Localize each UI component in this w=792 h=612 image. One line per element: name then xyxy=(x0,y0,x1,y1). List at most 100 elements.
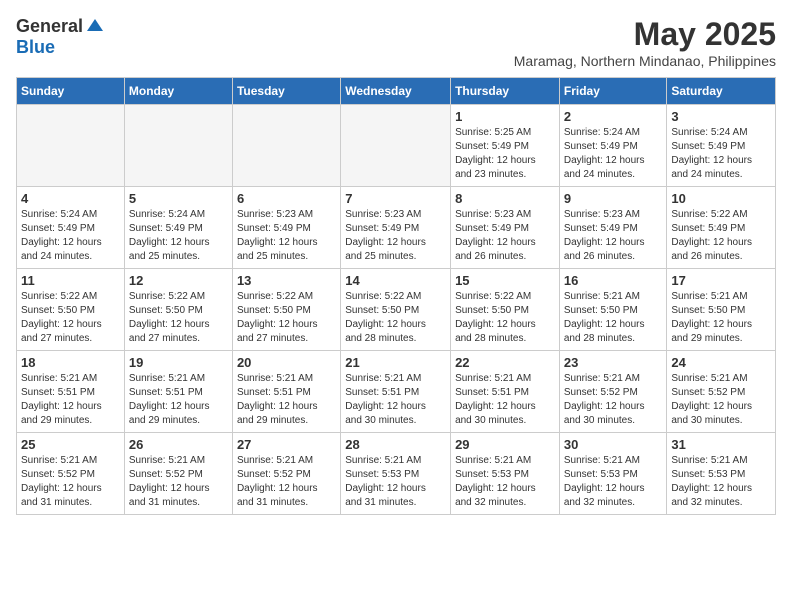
day-info: Sunrise: 5:22 AM Sunset: 5:50 PM Dayligh… xyxy=(237,290,336,346)
calendar-cell: 1Sunrise: 5:25 AM Sunset: 5:49 PM Daylig… xyxy=(451,105,560,187)
day-info: Sunrise: 5:21 AM Sunset: 5:51 PM Dayligh… xyxy=(345,372,446,428)
day-number: 14 xyxy=(345,273,446,288)
month-title: May 2025 xyxy=(514,16,776,53)
calendar-cell: 9Sunrise: 5:23 AM Sunset: 5:49 PM Daylig… xyxy=(559,187,667,269)
calendar-cell: 16 Sunrise: 5:21 AM Sunset: 5:50 PM Dayli… xyxy=(559,269,667,351)
day-info: Sunrise: 5:21 AM Sunset: 5:53 PM Dayligh… xyxy=(455,454,555,510)
day-number: 29 xyxy=(455,437,555,452)
logo-icon xyxy=(85,17,105,37)
day-info: Sunrise: 5:24 AM Sunset: 5:49 PM Dayligh… xyxy=(129,208,228,264)
day-number: 21 xyxy=(345,355,446,370)
calendar-cell xyxy=(124,105,232,187)
day-number: 12 xyxy=(129,273,228,288)
calendar-cell: 27Sunrise: 5:21 AM Sunset: 5:52 PM Dayli… xyxy=(232,433,340,515)
calendar-cell: 14 Sunrise: 5:22 AM Sunset: 5:50 PM Dayli… xyxy=(341,269,451,351)
calendar-cell: 30 Sunrise: 5:21 AM Sunset: 5:53 PM Dayli… xyxy=(559,433,667,515)
day-info: Sunrise: 5:21 AM Sunset: 5:52 PM Dayligh… xyxy=(237,454,336,510)
day-info: Sunrise: 5:21 AM Sunset: 5:51 PM Dayligh… xyxy=(129,372,228,428)
day-number: 4 xyxy=(21,191,120,206)
calendar-header-tuesday: Tuesday xyxy=(232,78,340,105)
calendar-cell: 4 Sunrise: 5:24 AM Sunset: 5:49 PM Daylig… xyxy=(17,187,125,269)
calendar-cell: 31Sunrise: 5:21 AM Sunset: 5:53 PM Dayli… xyxy=(667,433,776,515)
day-info: Sunrise: 5:22 AM Sunset: 5:49 PM Dayligh… xyxy=(671,208,771,264)
day-number: 3 xyxy=(671,109,771,124)
day-number: 13 xyxy=(237,273,336,288)
day-info: Sunrise: 5:21 AM Sunset: 5:53 PM Dayligh… xyxy=(564,454,663,510)
calendar-header-sunday: Sunday xyxy=(17,78,125,105)
calendar-week-4: 25 Sunrise: 5:21 AM Sunset: 5:52 PM Dayli… xyxy=(17,433,776,515)
calendar-cell xyxy=(341,105,451,187)
calendar-week-2: 11 Sunrise: 5:22 AM Sunset: 5:50 PM Dayli… xyxy=(17,269,776,351)
day-number: 30 xyxy=(564,437,663,452)
logo-blue: Blue xyxy=(16,37,55,58)
calendar-week-0: 1Sunrise: 5:25 AM Sunset: 5:49 PM Daylig… xyxy=(17,105,776,187)
day-info: Sunrise: 5:22 AM Sunset: 5:50 PM Dayligh… xyxy=(455,290,555,346)
day-info: Sunrise: 5:21 AM Sunset: 5:50 PM Dayligh… xyxy=(671,290,771,346)
day-info: Sunrise: 5:21 AM Sunset: 5:52 PM Dayligh… xyxy=(564,372,663,428)
calendar-cell: 17 Sunrise: 5:21 AM Sunset: 5:50 PM Dayli… xyxy=(667,269,776,351)
day-info: Sunrise: 5:24 AM Sunset: 5:49 PM Dayligh… xyxy=(564,126,663,182)
calendar-cell: 12Sunrise: 5:22 AM Sunset: 5:50 PM Dayli… xyxy=(124,269,232,351)
day-info: Sunrise: 5:24 AM Sunset: 5:49 PM Dayligh… xyxy=(21,208,120,264)
calendar-week-3: 18Sunrise: 5:21 AM Sunset: 5:51 PM Dayli… xyxy=(17,351,776,433)
calendar-cell: 7Sunrise: 5:23 AM Sunset: 5:49 PM Daylig… xyxy=(341,187,451,269)
day-info: Sunrise: 5:23 AM Sunset: 5:49 PM Dayligh… xyxy=(237,208,336,264)
calendar-header-monday: Monday xyxy=(124,78,232,105)
day-info: Sunrise: 5:22 AM Sunset: 5:50 PM Dayligh… xyxy=(21,290,120,346)
day-info: Sunrise: 5:23 AM Sunset: 5:49 PM Dayligh… xyxy=(564,208,663,264)
day-info: Sunrise: 5:25 AM Sunset: 5:49 PM Dayligh… xyxy=(455,126,555,182)
calendar-cell: 15 Sunrise: 5:22 AM Sunset: 5:50 PM Dayli… xyxy=(451,269,560,351)
calendar-cell: 26Sunrise: 5:21 AM Sunset: 5:52 PM Dayli… xyxy=(124,433,232,515)
calendar-cell xyxy=(232,105,340,187)
calendar-cell: 11 Sunrise: 5:22 AM Sunset: 5:50 PM Dayli… xyxy=(17,269,125,351)
day-number: 5 xyxy=(129,191,228,206)
day-number: 10 xyxy=(671,191,771,206)
day-number: 8 xyxy=(455,191,555,206)
calendar-cell: 2 Sunrise: 5:24 AM Sunset: 5:49 PM Daylig… xyxy=(559,105,667,187)
day-number: 19 xyxy=(129,355,228,370)
calendar-cell: 13 Sunrise: 5:22 AM Sunset: 5:50 PM Dayli… xyxy=(232,269,340,351)
day-number: 22 xyxy=(455,355,555,370)
day-info: Sunrise: 5:21 AM Sunset: 5:51 PM Dayligh… xyxy=(455,372,555,428)
day-info: Sunrise: 5:21 AM Sunset: 5:52 PM Dayligh… xyxy=(21,454,120,510)
day-number: 15 xyxy=(455,273,555,288)
calendar-cell: 28 Sunrise: 5:21 AM Sunset: 5:53 PM Dayli… xyxy=(341,433,451,515)
logo-general: General xyxy=(16,16,83,37)
day-info: Sunrise: 5:21 AM Sunset: 5:51 PM Dayligh… xyxy=(237,372,336,428)
day-number: 24 xyxy=(671,355,771,370)
day-number: 23 xyxy=(564,355,663,370)
day-number: 17 xyxy=(671,273,771,288)
title-block: May 2025 Maramag, Northern Mindanao, Phi… xyxy=(514,16,776,69)
page-header: General Blue May 2025 Maramag, Northern … xyxy=(16,16,776,69)
day-number: 26 xyxy=(129,437,228,452)
calendar-header-saturday: Saturday xyxy=(667,78,776,105)
calendar-cell: 18Sunrise: 5:21 AM Sunset: 5:51 PM Dayli… xyxy=(17,351,125,433)
day-info: Sunrise: 5:21 AM Sunset: 5:50 PM Dayligh… xyxy=(564,290,663,346)
calendar-week-1: 4 Sunrise: 5:24 AM Sunset: 5:49 PM Daylig… xyxy=(17,187,776,269)
day-number: 31 xyxy=(671,437,771,452)
day-number: 2 xyxy=(564,109,663,124)
calendar-cell: 8 Sunrise: 5:23 AM Sunset: 5:49 PM Daylig… xyxy=(451,187,560,269)
calendar-cell: 22 Sunrise: 5:21 AM Sunset: 5:51 PM Dayli… xyxy=(451,351,560,433)
day-info: Sunrise: 5:22 AM Sunset: 5:50 PM Dayligh… xyxy=(345,290,446,346)
day-number: 16 xyxy=(564,273,663,288)
calendar-cell: 6 Sunrise: 5:23 AM Sunset: 5:49 PM Daylig… xyxy=(232,187,340,269)
calendar-cell: 23 Sunrise: 5:21 AM Sunset: 5:52 PM Dayli… xyxy=(559,351,667,433)
day-number: 25 xyxy=(21,437,120,452)
day-info: Sunrise: 5:21 AM Sunset: 5:51 PM Dayligh… xyxy=(21,372,120,428)
calendar-header-friday: Friday xyxy=(559,78,667,105)
calendar-table: SundayMondayTuesdayWednesdayThursdayFrid… xyxy=(16,77,776,515)
day-number: 7 xyxy=(345,191,446,206)
day-number: 28 xyxy=(345,437,446,452)
calendar-header-row: SundayMondayTuesdayWednesdayThursdayFrid… xyxy=(17,78,776,105)
day-number: 6 xyxy=(237,191,336,206)
calendar-cell: 19 Sunrise: 5:21 AM Sunset: 5:51 PM Dayli… xyxy=(124,351,232,433)
calendar-cell: 24Sunrise: 5:21 AM Sunset: 5:52 PM Dayli… xyxy=(667,351,776,433)
location: Maramag, Northern Mindanao, Philippines xyxy=(514,53,776,69)
calendar-cell: 25 Sunrise: 5:21 AM Sunset: 5:52 PM Dayli… xyxy=(17,433,125,515)
calendar-cell: 3Sunrise: 5:24 AM Sunset: 5:49 PM Daylig… xyxy=(667,105,776,187)
day-info: Sunrise: 5:23 AM Sunset: 5:49 PM Dayligh… xyxy=(455,208,555,264)
day-info: Sunrise: 5:21 AM Sunset: 5:53 PM Dayligh… xyxy=(345,454,446,510)
day-number: 11 xyxy=(21,273,120,288)
calendar-header-wednesday: Wednesday xyxy=(341,78,451,105)
